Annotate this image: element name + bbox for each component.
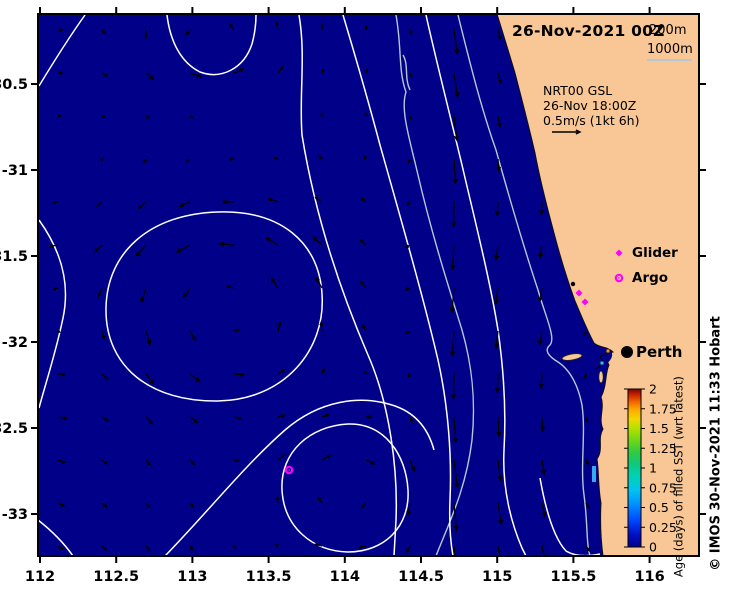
axis-tick-label: 114 [330, 569, 360, 585]
axis-tick-label: -32.5 [0, 421, 28, 437]
axis-tick-label: -32 [2, 335, 28, 351]
axis-tick-label: 114.5 [398, 569, 444, 585]
axis-tick-label: 115.5 [550, 569, 596, 585]
colorbar-tick-label: 0.5 [649, 500, 669, 515]
colorbar-tick-label: 0 [649, 540, 657, 555]
colorbar-tick-label: 1 [649, 461, 657, 476]
map-title: 26-Nov-2021 00Z [512, 22, 665, 40]
annotation-scale: 0.5m/s (1kt 6h) [543, 113, 640, 128]
axis-tick-label: -31 [2, 163, 28, 179]
axis-tick-label: 115 [482, 569, 512, 585]
perth-dot [621, 346, 633, 358]
colorbar-tick-label: 2 [649, 382, 657, 397]
glider-track [592, 466, 596, 482]
axis-tick-label: 113 [177, 569, 207, 585]
axis-tick-label: -33 [2, 507, 28, 523]
axis-tick-label: 112 [25, 569, 55, 585]
colorbar-gradient [627, 388, 642, 548]
colorbar-tick-label: 1.5 [649, 421, 669, 436]
legend-glider-label: Glider [632, 245, 678, 261]
annotation-time: 26-Nov 18:00Z [543, 98, 637, 113]
axis-tick-label: 116 [634, 569, 664, 585]
depth-label-200m: 200m [649, 23, 687, 38]
colorbar-axis-label: Age (days) of filled SST (wrt latest) [671, 376, 686, 578]
legend-argo-label: Argo [632, 270, 669, 286]
axis-tick-label: 113.5 [246, 569, 292, 585]
axis-tick-label: -30.5 [0, 77, 28, 93]
depth-contour-sample-line [647, 59, 692, 61]
island [598, 370, 604, 384]
credit-watermark: © IMOS 30-Nov-2021 11:33 Hobart [708, 316, 724, 571]
city-label-perth: Perth [636, 343, 683, 361]
axis-tick-label: -31.5 [0, 249, 28, 265]
page-root: 112 112.5 113 113.5 114 114.5 115 115.5 116 -30.5… [0, 0, 739, 592]
map-figure: 112 112.5 113 113.5 114 114.5 115 115.5 116 -30.5… [0, 7, 706, 585]
axis-tick-label: 112.5 [93, 569, 139, 585]
annotation-model: NRT00 GSL [543, 83, 613, 98]
depth-label-1000m: 1000m [647, 42, 693, 57]
